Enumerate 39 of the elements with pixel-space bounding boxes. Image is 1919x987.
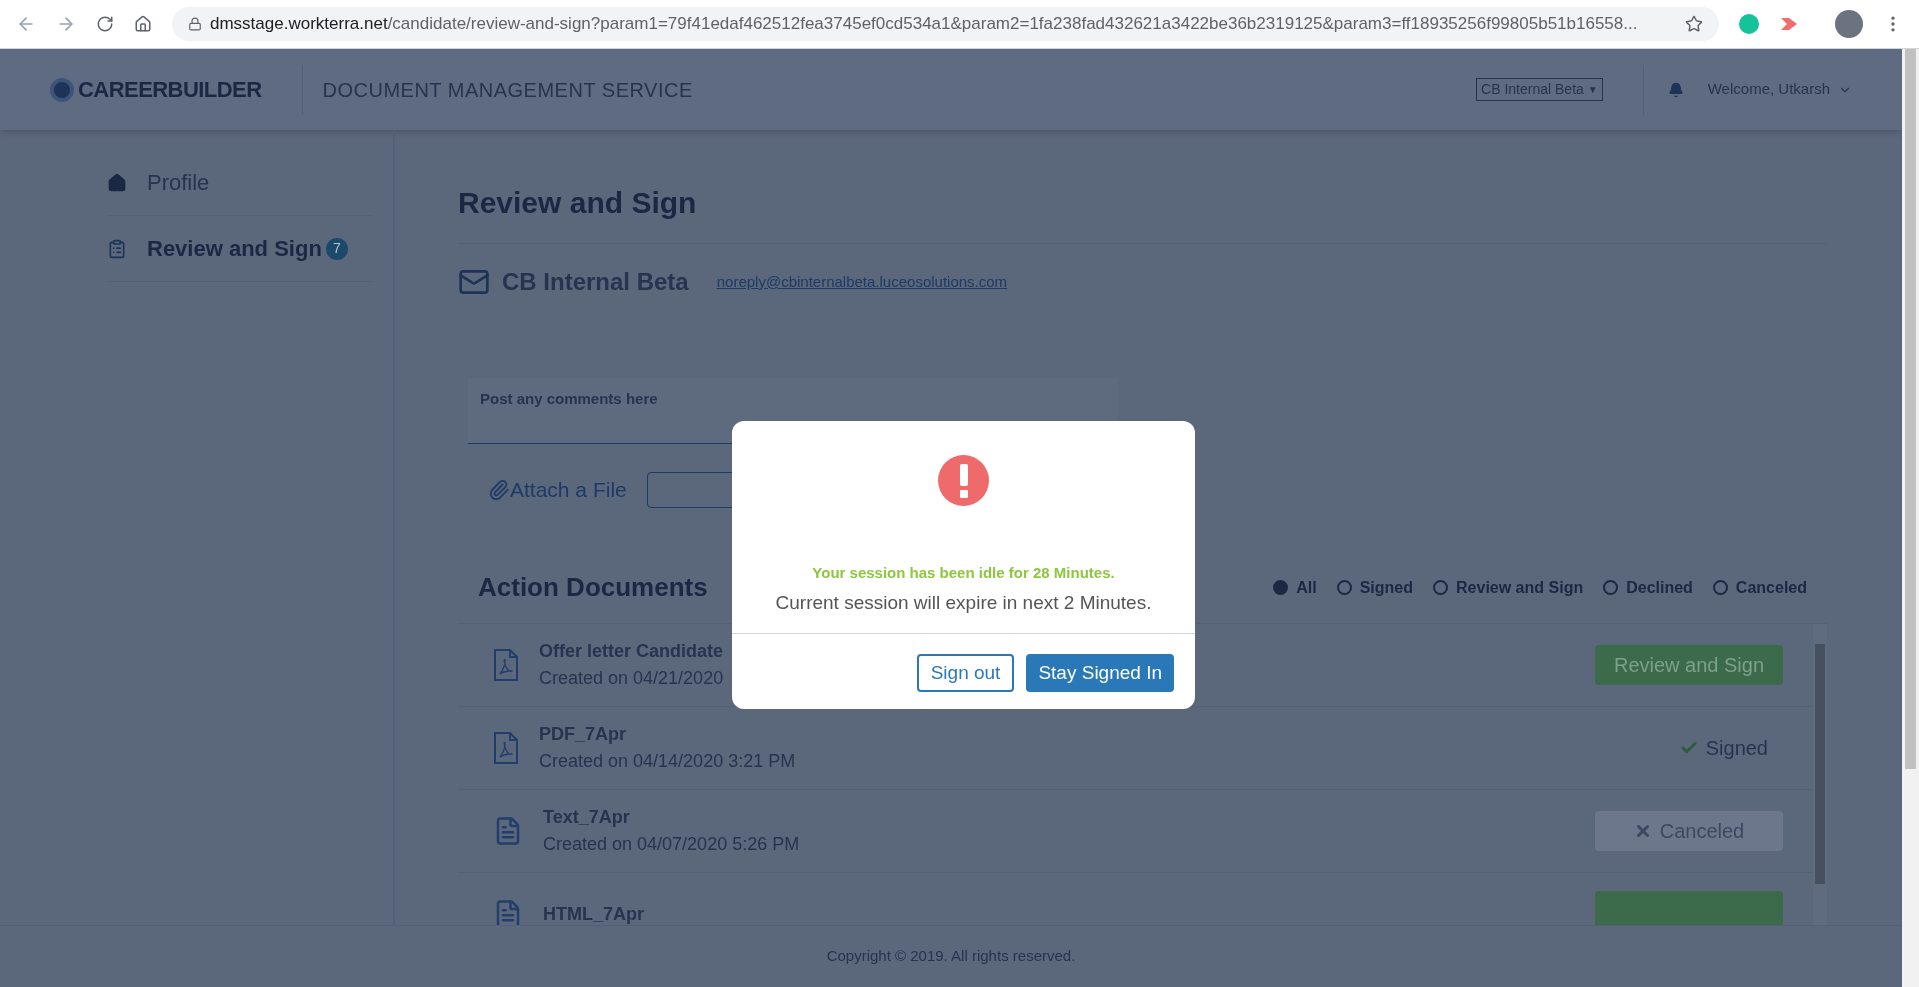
url-text: dmsstage.workterra.net/candidate/review-and-sign?param1=79f41edaf462512fea3745ef0cd534a1&param2=1fa238fad432621a3422be36b2319125&param3=ff18935256f99805b51b16558...: [210, 13, 1638, 36]
filter-radio[interactable]: All: [1273, 575, 1317, 600]
sidebar-item[interactable]: Review and Sign 7: [107, 216, 373, 282]
section-title: Action Documents: [478, 571, 708, 604]
service-title: DOCUMENT MANAGEMENT SERVICE: [322, 77, 693, 103]
extension-icon[interactable]: [1779, 16, 1799, 32]
pdf-file-icon: [493, 732, 519, 764]
lock-icon: [188, 17, 202, 31]
review-sign-button[interactable]: Review and Sign: [1595, 645, 1783, 685]
expire-message: Current session will expire in next 2 Minutes.: [775, 590, 1152, 615]
page-title: Review and Sign: [458, 180, 1827, 244]
warning-icon: [938, 455, 989, 506]
address-bar[interactable]: dmsstage.workterra.net/candidate/review-and-sign?param1=79f41edaf462512fea3745ef0cd534a1&param2=1fa238fad432621a3422be36b2319125&param3=ff18935256f99805b51b16558...: [172, 7, 1719, 41]
user-menu[interactable]: Welcome, Utkarsh: [1707, 78, 1852, 101]
logo-icon: [50, 77, 74, 102]
idle-message: Your session has been idle for 28 Minutes.: [812, 563, 1115, 583]
reload-icon[interactable]: [96, 15, 114, 33]
pdf-file-icon: [493, 649, 519, 681]
extension-icon[interactable]: [1739, 14, 1759, 34]
avatar[interactable]: [1835, 10, 1863, 38]
email-link[interactable]: noreply@cbinternalbeta.luceosolutions.com: [716, 270, 1008, 294]
home-icon[interactable]: [134, 15, 152, 33]
home-icon: [107, 172, 127, 193]
count-badge: 7: [325, 237, 348, 260]
filter-radio[interactable]: Canceled: [1712, 575, 1807, 600]
scrollbar[interactable]: [1902, 49, 1919, 987]
star-icon[interactable]: [1685, 15, 1703, 33]
filter-radio[interactable]: Signed: [1336, 575, 1414, 600]
clipboard-icon: [107, 238, 127, 259]
filter-radio[interactable]: Review and Sign: [1433, 575, 1584, 600]
paperclip-icon: [488, 479, 510, 501]
stay-signed-in-button[interactable]: Stay Signed In: [1026, 654, 1174, 692]
sign-out-button[interactable]: Sign out: [916, 654, 1015, 692]
logo: CAREERBUILDER: [78, 76, 262, 104]
bell-icon[interactable]: [1667, 81, 1684, 98]
scrollbar[interactable]: [1813, 624, 1827, 925]
filter-radio[interactable]: Declined: [1603, 575, 1693, 600]
attach-file-button[interactable]: Attach a File: [488, 474, 627, 506]
tenant-dropdown[interactable]: CB Internal Beta ▼: [1476, 78, 1603, 101]
